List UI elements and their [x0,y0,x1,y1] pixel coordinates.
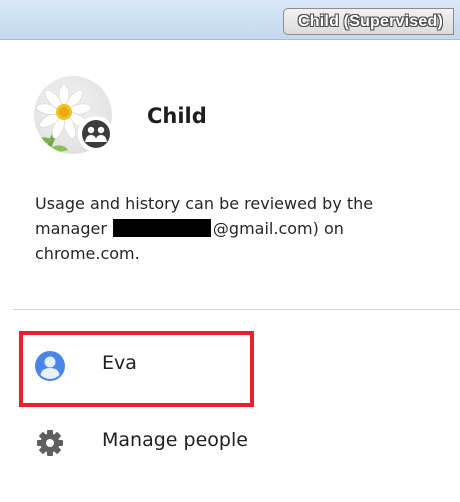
menu-item-eva[interactable]: Eva [0,337,460,393]
person-icon [34,350,66,382]
gear-icon [34,427,66,459]
profile-name: Child [147,104,207,128]
window-titlebar: Child (Supervised) [0,0,460,48]
supervision-description: Usage and history can be reviewed by the… [35,191,445,266]
profile-avatar[interactable] [34,76,114,154]
menu-item-eva-label: Eva [102,352,137,374]
profile-badge-label: Child (Supervised) [298,12,443,30]
redacted-email-block [112,219,211,237]
profile-switcher-button[interactable]: Child (Supervised) [283,8,454,35]
menu-item-manage-people-label: Manage people [102,429,248,451]
supervised-user-icon [78,116,114,152]
menu-item-manage-people[interactable]: Manage people [0,414,460,470]
section-divider [13,309,460,310]
profile-card: Child Usage and history can be reviewed … [0,48,460,306]
